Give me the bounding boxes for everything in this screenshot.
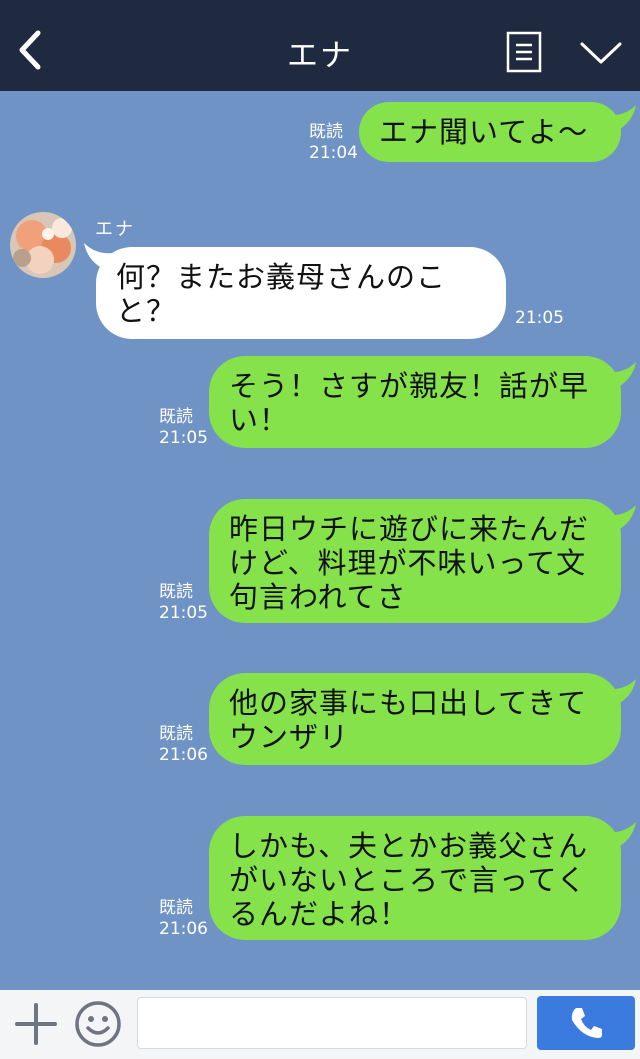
bubble-tail bbox=[606, 362, 636, 390]
message-time: 21:04 bbox=[309, 143, 358, 163]
chat-area[interactable]: 既読 21:04 エナ聞いてよ〜 エナ 何？またお義母さんのこと？ 21:05 … bbox=[0, 91, 640, 990]
message-time: 21:05 bbox=[515, 308, 564, 328]
notes-icon bbox=[506, 31, 542, 73]
bubble-tail bbox=[606, 505, 636, 533]
add-button[interactable] bbox=[15, 1003, 57, 1045]
bubble-tail bbox=[606, 822, 636, 850]
input-bar bbox=[0, 990, 640, 1059]
avatar[interactable] bbox=[10, 212, 76, 278]
message-bubble[interactable]: 何？またお義母さんのこと？ bbox=[96, 247, 506, 339]
read-receipt: 既読 bbox=[159, 898, 193, 918]
read-receipt: 既読 bbox=[309, 122, 343, 142]
message-time: 21:05 bbox=[159, 428, 208, 448]
collapse-button[interactable] bbox=[580, 40, 622, 68]
message-bubble[interactable]: しかも、夫とかお義父さんがいないところで言ってくるんだよね！ bbox=[209, 816, 621, 940]
chevron-down-icon bbox=[580, 42, 622, 64]
message-input[interactable] bbox=[137, 997, 527, 1049]
notes-button[interactable] bbox=[506, 31, 542, 73]
emoji-button[interactable] bbox=[74, 1000, 122, 1048]
bubble-tail bbox=[606, 105, 636, 133]
message-bubble[interactable]: 他の家事にも口出してきてウンザリ bbox=[209, 673, 621, 765]
phone-icon bbox=[571, 1008, 602, 1038]
message-bubble[interactable]: そう！さすが親友！話が早い！ bbox=[209, 356, 621, 448]
read-receipt: 既読 bbox=[159, 724, 193, 744]
message-time: 21:06 bbox=[159, 745, 208, 765]
chat-header: エナ bbox=[0, 0, 640, 91]
bubble-tail bbox=[606, 679, 636, 707]
message-bubble[interactable]: エナ聞いてよ〜 bbox=[359, 102, 621, 162]
chat-title: エナ bbox=[287, 38, 353, 74]
emoji-icon bbox=[75, 1001, 121, 1047]
plus-icon bbox=[15, 1003, 57, 1045]
message-time: 21:05 bbox=[159, 603, 208, 623]
message-time: 21:06 bbox=[159, 919, 208, 939]
read-receipt: 既読 bbox=[159, 582, 193, 602]
call-button[interactable] bbox=[537, 996, 635, 1050]
read-receipt: 既読 bbox=[159, 407, 193, 427]
message-bubble[interactable]: 昨日ウチに遊びに来たんだけど、料理が不味いって文句言われてさ bbox=[209, 499, 621, 623]
sender-name: エナ bbox=[95, 219, 135, 240]
